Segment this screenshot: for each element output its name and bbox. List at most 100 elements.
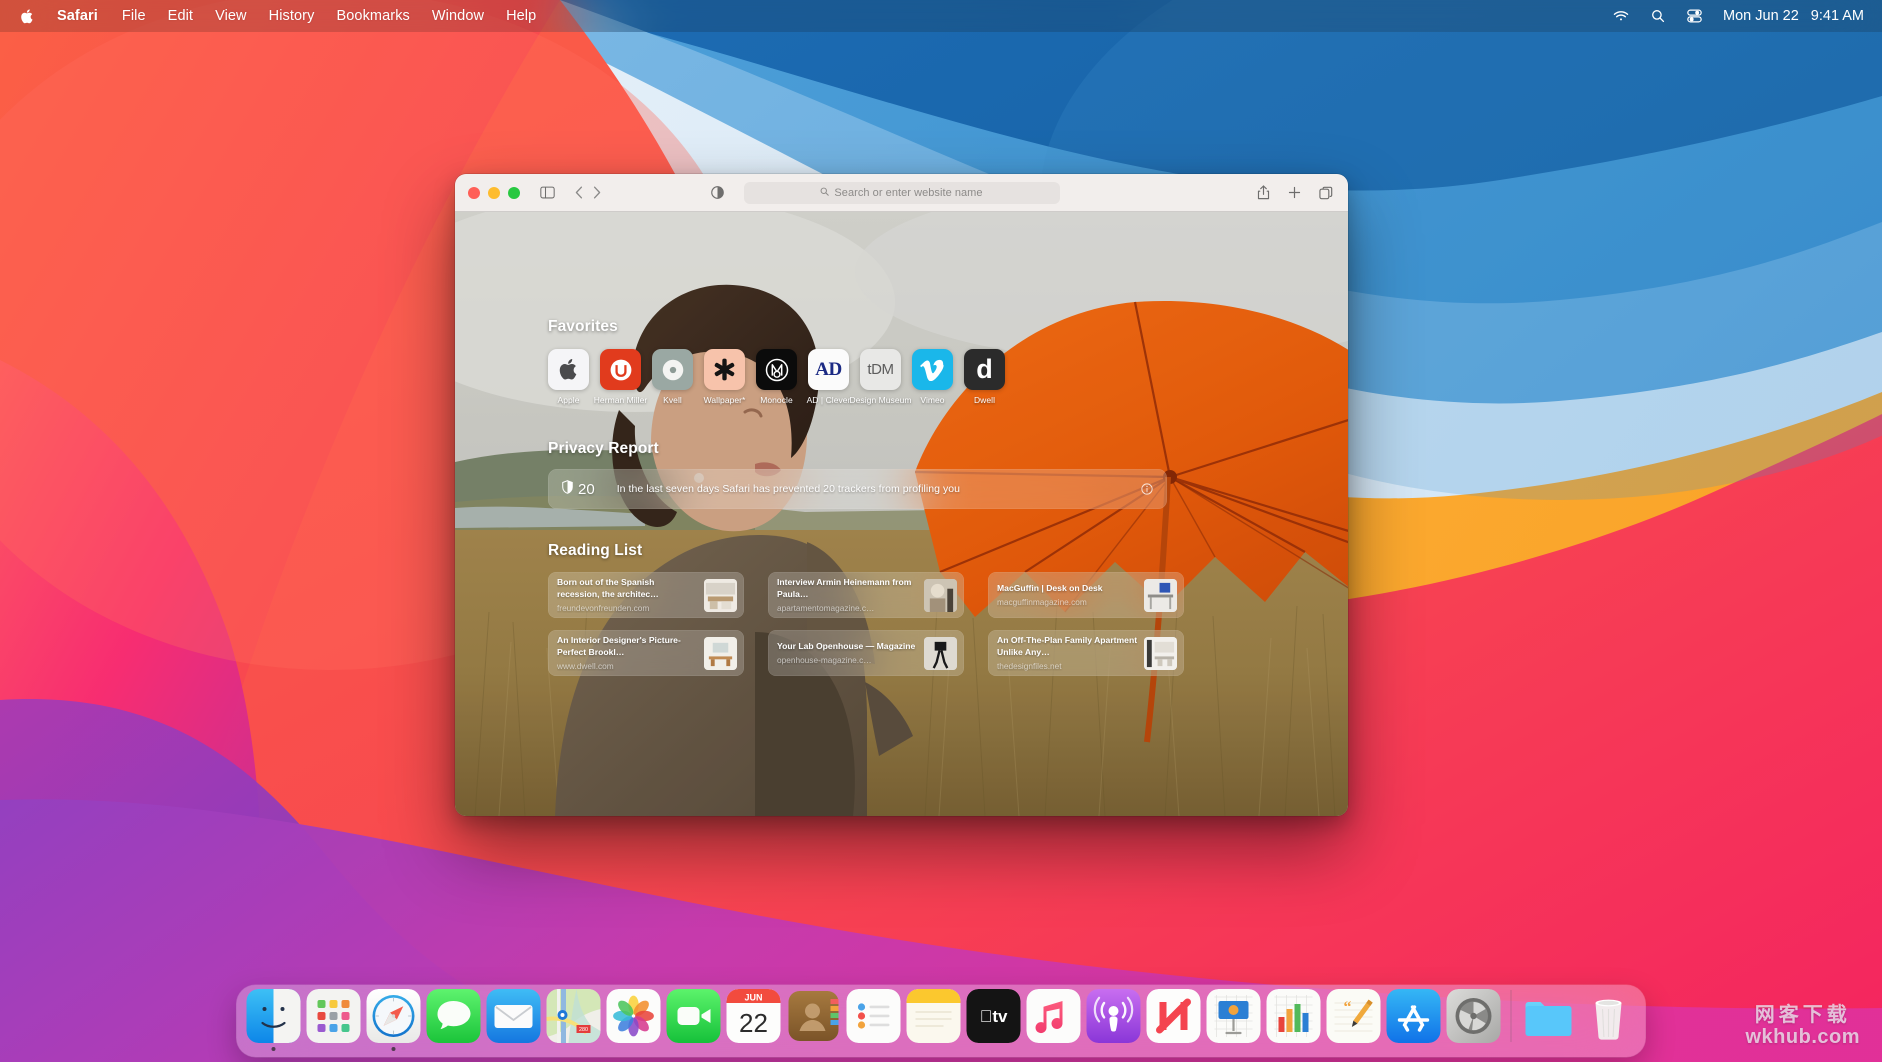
messages-icon bbox=[427, 989, 481, 1043]
reading-list-item-text: An Off-The-Plan Family Apartment Unlike … bbox=[997, 635, 1138, 670]
dock-item-app-store[interactable] bbox=[1384, 989, 1444, 1051]
living-room-thumb bbox=[704, 637, 737, 670]
favorite-herman-miller[interactable]: Herman Miller bbox=[600, 349, 641, 405]
menu-item-help[interactable]: Help bbox=[495, 4, 547, 28]
address-bar-placeholder: Search or enter website name bbox=[834, 187, 982, 199]
favorite-kvell[interactable]: Kvell bbox=[652, 349, 693, 405]
finder-icon bbox=[247, 989, 301, 1043]
menu-bar-time[interactable]: 9:41 AM bbox=[1803, 8, 1866, 24]
dock-item-finder[interactable] bbox=[244, 989, 304, 1051]
dock-item-tv[interactable]: tv bbox=[964, 989, 1024, 1051]
menu-item-bookmarks[interactable]: Bookmarks bbox=[325, 4, 420, 28]
menu-app-name[interactable]: Safari bbox=[48, 4, 111, 28]
dock-item-mail[interactable] bbox=[484, 989, 544, 1051]
reading-list-item[interactable]: Your Lab Openhouse — Magazine openhouse-… bbox=[768, 630, 964, 676]
trash-icon bbox=[1582, 989, 1636, 1043]
favorite-vimeo[interactable]: Vimeo bbox=[912, 349, 953, 405]
menu-item-window[interactable]: Window bbox=[421, 4, 495, 28]
calendar-icon: JUN 22 bbox=[727, 989, 781, 1043]
plus-icon[interactable] bbox=[1288, 186, 1301, 199]
favorite-monocle[interactable]: Monocle bbox=[756, 349, 797, 405]
vimeo-favicon bbox=[912, 349, 953, 390]
safari-toolbar: Search or enter website name bbox=[455, 174, 1348, 212]
dock-item-keynote[interactable] bbox=[1204, 989, 1264, 1051]
dock-item-music[interactable] bbox=[1024, 989, 1084, 1051]
desk-photo-thumb bbox=[1144, 579, 1177, 612]
dock-item-downloads[interactable] bbox=[1519, 989, 1579, 1051]
favorite-apple[interactable]: Apple bbox=[548, 349, 589, 405]
dock-item-numbers[interactable] bbox=[1264, 989, 1324, 1051]
reading-list-item-text: MacGuffin | Desk on Desk macguffinmagazi… bbox=[997, 583, 1138, 607]
dock-item-notes[interactable] bbox=[904, 989, 964, 1051]
control-center-icon[interactable] bbox=[1676, 9, 1713, 23]
reading-list-item-url: apartamentomagazine.c… bbox=[777, 603, 918, 613]
reading-list-item-text: An Interior Designer's Picture-Perfect B… bbox=[557, 635, 698, 670]
search-icon[interactable] bbox=[1640, 9, 1676, 23]
dock-item-maps[interactable]: 280 bbox=[544, 989, 604, 1051]
dock-item-trash[interactable] bbox=[1579, 989, 1639, 1051]
mail-icon bbox=[487, 989, 541, 1043]
favorite-wallpaper[interactable]: Wallpaper* bbox=[704, 349, 745, 405]
share-icon[interactable] bbox=[1257, 185, 1270, 200]
news-icon bbox=[1147, 989, 1201, 1043]
reading-list-item-title: MacGuffin | Desk on Desk bbox=[997, 583, 1138, 594]
running-indicator bbox=[272, 1047, 276, 1051]
reminders-icon bbox=[847, 989, 901, 1043]
watermark: 网客下载 wkhub.com bbox=[1745, 1005, 1860, 1048]
facetime-icon bbox=[667, 989, 721, 1043]
dock-item-contacts[interactable] bbox=[784, 989, 844, 1051]
favorite-design-museum[interactable]: tDM Design Museum bbox=[860, 349, 901, 405]
appearance-toggle-icon[interactable] bbox=[711, 186, 724, 199]
dock-item-safari[interactable] bbox=[364, 989, 424, 1051]
kvell-favicon bbox=[652, 349, 693, 390]
sysprefs-icon bbox=[1447, 989, 1501, 1043]
calendar-day: 22 bbox=[739, 1008, 768, 1038]
sidebar-toggle-icon[interactable] bbox=[540, 186, 555, 199]
favorite-ad-clever[interactable]: AD AD | Clever bbox=[808, 349, 849, 405]
dock-item-system-preferences[interactable] bbox=[1444, 989, 1504, 1051]
info-circle-icon[interactable] bbox=[1141, 483, 1153, 495]
minimize-button[interactable] bbox=[488, 187, 500, 199]
menu-item-edit[interactable]: Edit bbox=[157, 4, 204, 28]
reading-list-item[interactable]: Born out of the Spanish recession, the a… bbox=[548, 572, 744, 618]
reading-list-item[interactable]: Interview Armin Heinemann from Paula… ap… bbox=[768, 572, 964, 618]
reading-list-item[interactable]: An Interior Designer's Picture-Perfect B… bbox=[548, 630, 744, 676]
dock-item-photos[interactable] bbox=[604, 989, 664, 1051]
running-indicator bbox=[392, 1047, 396, 1051]
chevron-left-icon[interactable] bbox=[575, 186, 583, 199]
monocle-favicon bbox=[756, 349, 797, 390]
reading-list-item[interactable]: An Off-The-Plan Family Apartment Unlike … bbox=[988, 630, 1184, 676]
address-bar[interactable]: Search or enter website name bbox=[744, 182, 1060, 204]
menu-item-history[interactable]: History bbox=[258, 4, 326, 28]
zoom-button[interactable] bbox=[508, 187, 520, 199]
notes-icon bbox=[907, 989, 961, 1043]
menu-item-file[interactable]: File bbox=[111, 4, 157, 28]
dock-item-pages[interactable]: “ bbox=[1324, 989, 1384, 1051]
reading-list-item[interactable]: MacGuffin | Desk on Desk macguffinmagazi… bbox=[988, 572, 1184, 618]
dock-item-reminders[interactable] bbox=[844, 989, 904, 1051]
reading-list-item-title: An Interior Designer's Picture-Perfect B… bbox=[557, 635, 698, 657]
apple-logo-icon[interactable] bbox=[12, 8, 48, 25]
menu-bar: Safari File Edit View History Bookmarks … bbox=[0, 0, 1882, 32]
dock-item-podcasts[interactable] bbox=[1084, 989, 1144, 1051]
dock-item-news[interactable] bbox=[1144, 989, 1204, 1051]
favorite-dwell[interactable]: d Dwell bbox=[964, 349, 1005, 405]
dock-item-calendar[interactable]: JUN 22 bbox=[724, 989, 784, 1051]
reading-list-item-title: Born out of the Spanish recession, the a… bbox=[557, 577, 698, 599]
dock-item-facetime[interactable] bbox=[664, 989, 724, 1051]
dock-item-messages[interactable] bbox=[424, 989, 484, 1051]
close-button[interactable] bbox=[468, 187, 480, 199]
dwell-favicon: d bbox=[964, 349, 1005, 390]
privacy-tracker-count-group: 20 bbox=[562, 480, 595, 498]
podcasts-icon bbox=[1087, 989, 1141, 1043]
dock-item-launchpad[interactable] bbox=[304, 989, 364, 1051]
menu-item-view[interactable]: View bbox=[204, 4, 258, 28]
tab-overview-icon[interactable] bbox=[1319, 186, 1333, 200]
chevron-right-icon[interactable] bbox=[593, 186, 601, 199]
menu-bar-date[interactable]: Mon Jun 22 bbox=[1713, 8, 1803, 24]
music-icon bbox=[1027, 989, 1081, 1043]
wifi-icon[interactable] bbox=[1602, 10, 1640, 22]
favorites-row: Apple Herman Miller bbox=[548, 349, 1348, 405]
herman-miller-favicon bbox=[600, 349, 641, 390]
privacy-report-card[interactable]: 20 In the last seven days Safari has pre… bbox=[548, 469, 1167, 509]
